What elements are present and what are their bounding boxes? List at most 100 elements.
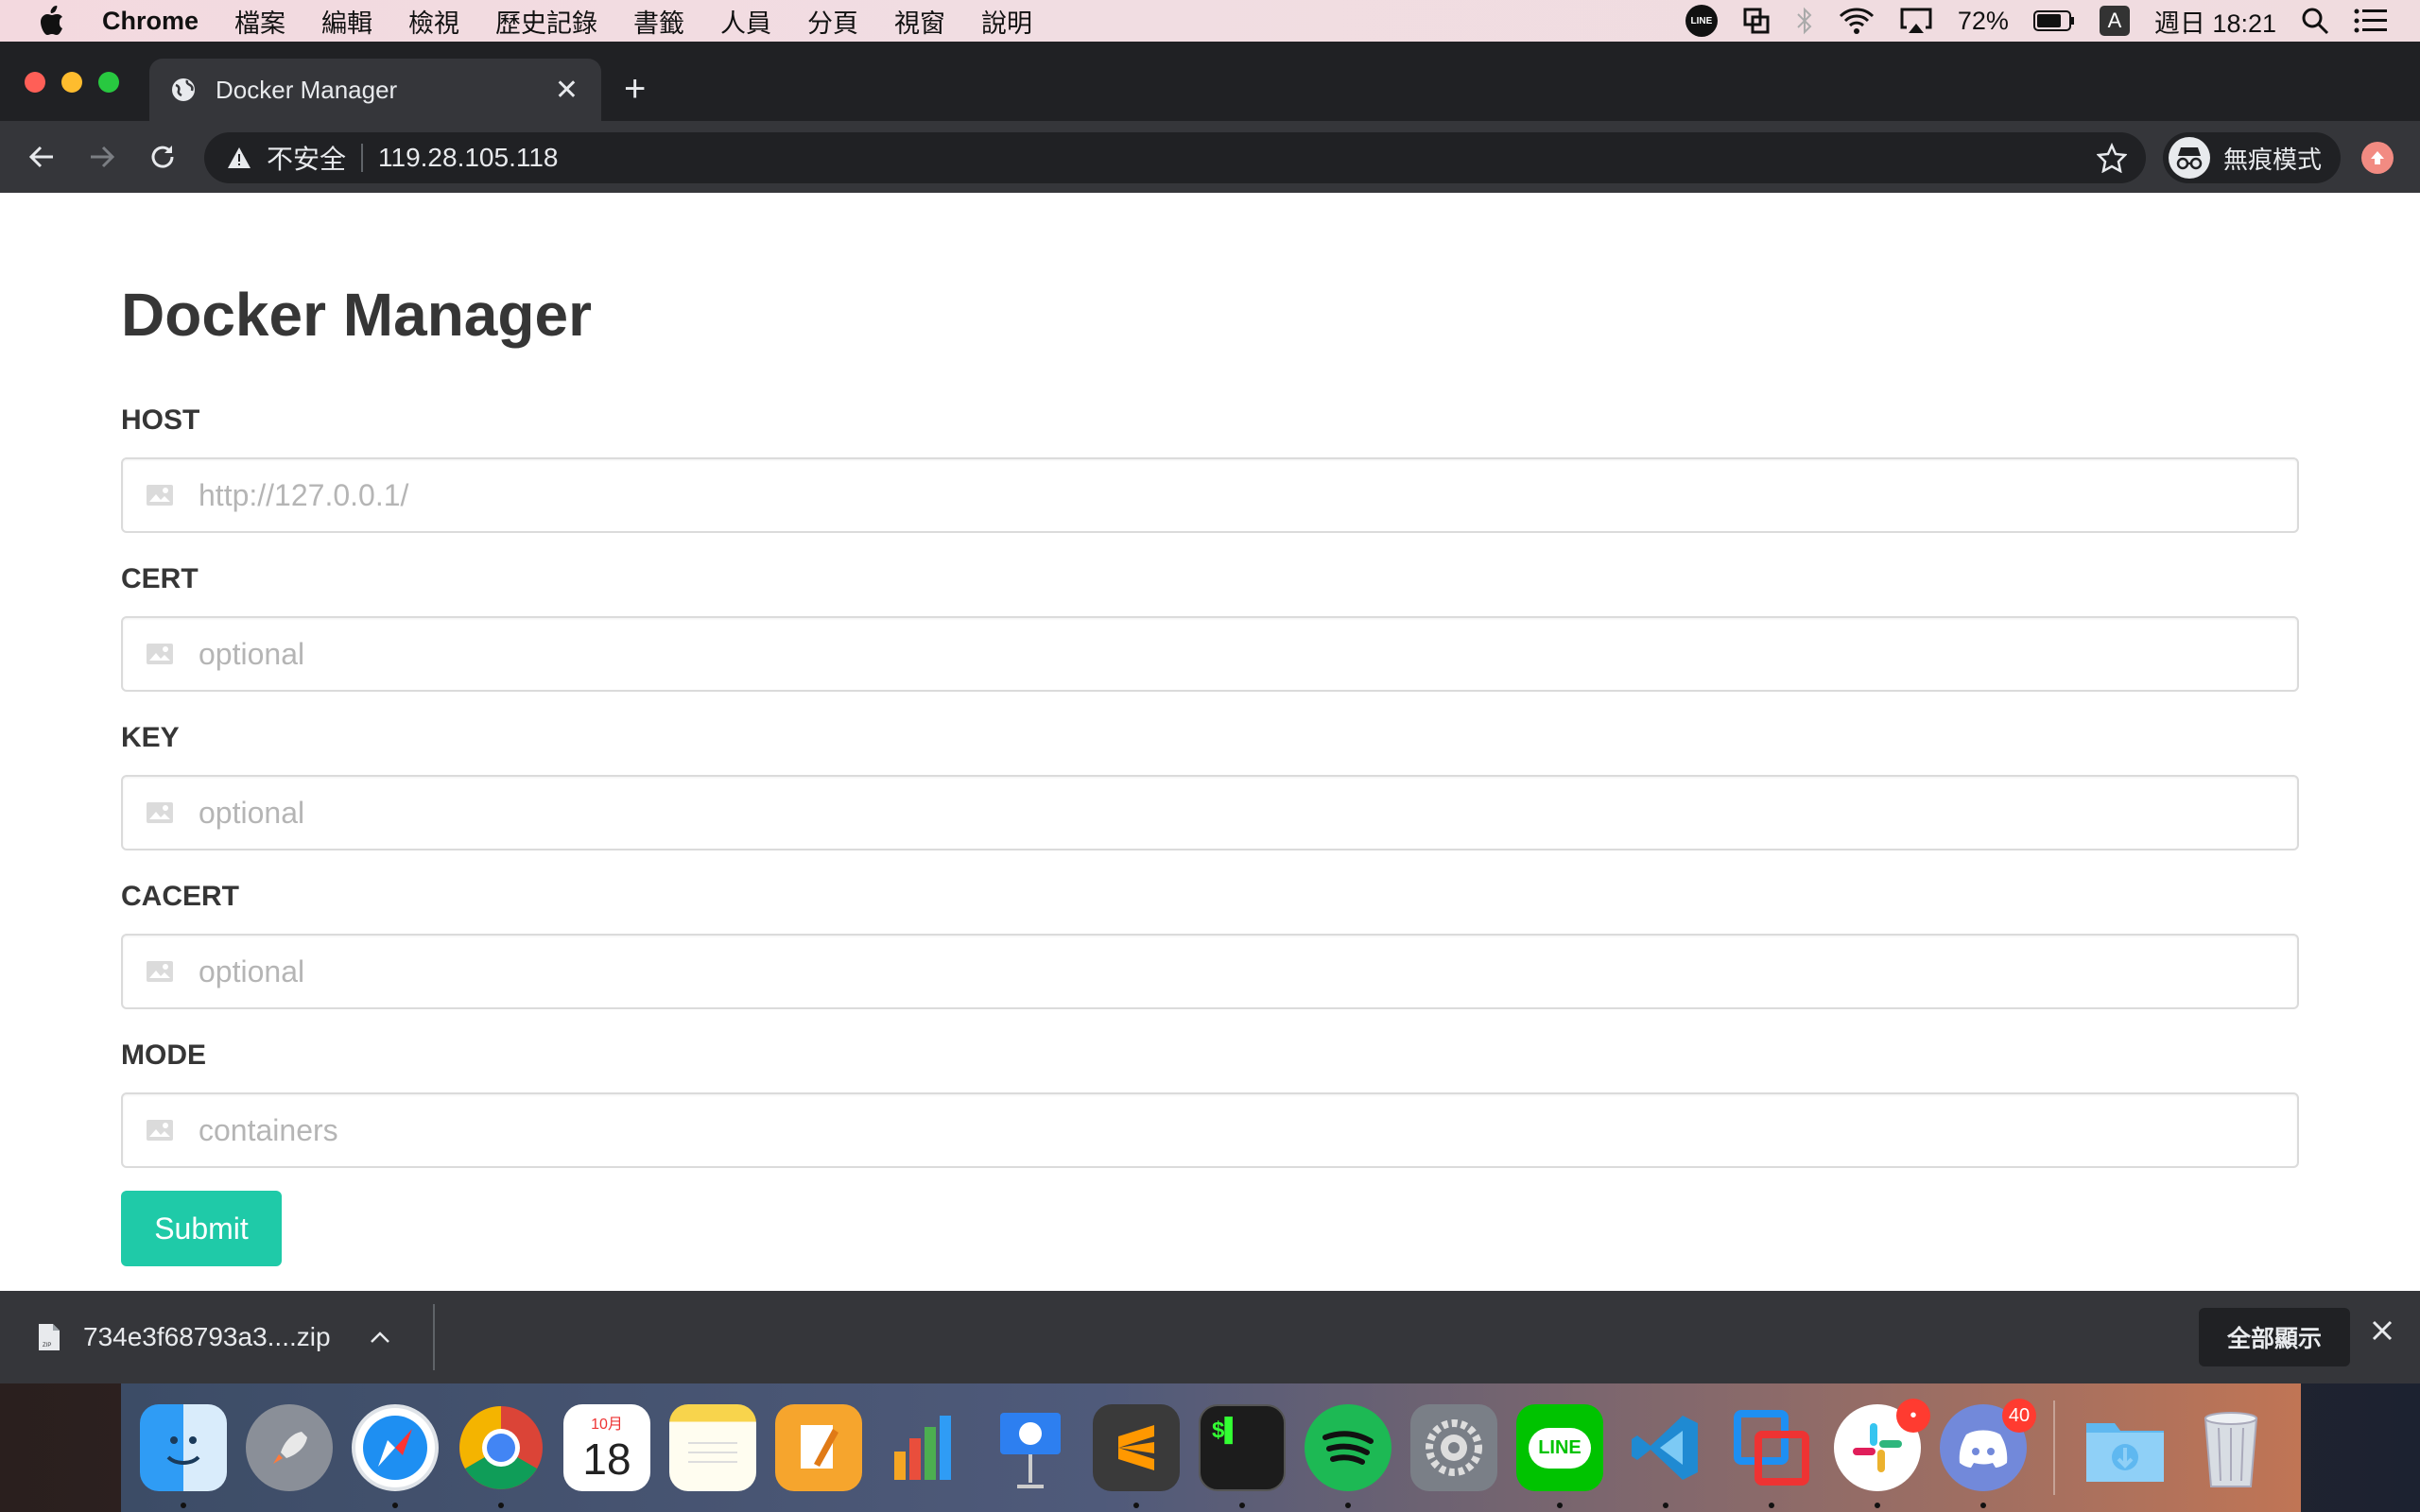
pages-icon [775, 1404, 862, 1491]
menu-tab[interactable]: 分頁 [807, 3, 858, 40]
running-indicator [392, 1503, 398, 1508]
dock-discord[interactable]: 40 [1936, 1399, 2036, 1508]
image-placeholder-icon [146, 801, 174, 824]
dock-numbers[interactable] [877, 1400, 972, 1495]
dock-trash[interactable] [2184, 1400, 2278, 1495]
dock-system-preferences[interactable] [1407, 1400, 1501, 1495]
url-text[interactable]: 119.28.105.118 [378, 143, 558, 173]
dock-line[interactable]: LINE [1512, 1400, 1607, 1508]
menu-history[interactable]: 歷史記錄 [495, 3, 597, 40]
cert-input[interactable] [197, 635, 2297, 673]
dock-pages[interactable] [771, 1400, 866, 1495]
download-divider [433, 1304, 435, 1370]
show-all-downloads-button[interactable]: 全部顯示 [2199, 1308, 2350, 1366]
airplay-icon[interactable] [1899, 7, 1933, 35]
notification-center-icon[interactable] [2354, 8, 2388, 34]
dock-downloads-folder[interactable] [2078, 1400, 2172, 1495]
spotify-icon [1305, 1404, 1392, 1491]
host-field[interactable] [121, 457, 2299, 533]
download-filename[interactable]: 734e3f68793a3....zip [83, 1322, 331, 1352]
screen-mirror-icon[interactable] [1742, 7, 1771, 35]
keynote-icon [987, 1404, 1074, 1491]
menu-file[interactable]: 檔案 [234, 3, 285, 40]
dock-sublime-text[interactable] [1089, 1400, 1184, 1508]
battery-percent[interactable]: 72% [1958, 7, 2009, 36]
back-arrow-icon[interactable] [26, 142, 57, 172]
key-field[interactable] [121, 775, 2299, 850]
dock-terminal[interactable]: $▌ [1195, 1400, 1289, 1508]
dock-vmware[interactable] [1724, 1400, 1819, 1508]
warning-triangle-icon[interactable] [227, 146, 251, 169]
calendar-icon: 10月 18 [563, 1404, 650, 1491]
bookmark-star-icon[interactable] [2097, 143, 2127, 173]
address-bar[interactable]: 不安全 119.28.105.118 [204, 132, 2146, 183]
dock-finder[interactable] [136, 1400, 231, 1508]
dock-separator [2053, 1400, 2055, 1495]
dock-spotify[interactable] [1301, 1400, 1395, 1508]
battery-icon[interactable] [2032, 9, 2075, 32]
cacert-field[interactable] [121, 934, 2299, 1009]
browser-tab-active[interactable]: Docker Manager ✕ [149, 59, 601, 121]
macos-menu-bar: Chrome 檔案 編輯 檢視 歷史記錄 書籤 人員 分頁 視窗 說明 LINE… [0, 0, 2420, 42]
menu-bar-clock[interactable]: 週日 18:21 [2154, 3, 2276, 40]
window-close-button[interactable] [25, 72, 45, 93]
mode-label: MODE [121, 1040, 206, 1071]
chevron-up-icon[interactable] [369, 1330, 391, 1345]
host-label: HOST [121, 404, 200, 436]
reload-icon[interactable] [147, 142, 178, 172]
window-minimize-button[interactable] [61, 72, 82, 93]
compass-icon [352, 1404, 439, 1491]
window-zoom-button[interactable] [98, 72, 119, 93]
dock-vscode[interactable] [1618, 1400, 1713, 1508]
dock-keynote[interactable] [983, 1400, 1078, 1495]
host-input[interactable] [197, 476, 2297, 514]
dock-slack[interactable]: • [1830, 1399, 1930, 1508]
running-indicator [1663, 1503, 1668, 1508]
image-placeholder-icon [146, 1119, 174, 1142]
zip-file-icon: ZIP [38, 1323, 60, 1351]
wifi-icon[interactable] [1839, 7, 1875, 35]
security-status-label[interactable]: 不安全 [267, 139, 346, 177]
new-tab-button[interactable]: + [624, 70, 646, 108]
slack-notification-badge: • [1896, 1399, 1930, 1433]
download-item[interactable]: ZIP 734e3f68793a3....zip [38, 1291, 391, 1383]
mode-input[interactable] [197, 1111, 2297, 1149]
menu-edit[interactable]: 編輯 [321, 3, 372, 40]
dock-safari[interactable] [348, 1400, 442, 1508]
input-method-icon[interactable]: A [2099, 6, 2130, 36]
image-placeholder-icon [146, 484, 174, 507]
vmware-fusion-icon [1728, 1404, 1815, 1491]
tab-close-icon[interactable]: ✕ [555, 74, 579, 107]
bluetooth-icon[interactable] [1795, 6, 1814, 36]
forward-arrow-icon[interactable] [87, 142, 117, 172]
menu-people[interactable]: 人員 [720, 3, 771, 40]
dock-chrome[interactable] [454, 1400, 548, 1508]
running-indicator [1980, 1503, 1986, 1508]
numbers-icon [881, 1404, 968, 1491]
menu-window[interactable]: 視窗 [894, 3, 945, 40]
cacert-input[interactable] [197, 953, 2297, 990]
key-input[interactable] [197, 794, 2297, 832]
tab-title: Docker Manager [216, 75, 398, 104]
menu-app-name[interactable]: Chrome [102, 7, 199, 36]
cert-field[interactable] [121, 616, 2299, 692]
submit-button[interactable]: Submit [121, 1191, 282, 1266]
dock-calendar[interactable]: 10月 18 [560, 1400, 654, 1495]
line-status-icon[interactable]: LINE [1685, 5, 1718, 37]
mode-field[interactable] [121, 1092, 2299, 1168]
incognito-profile-button[interactable]: 無痕模式 [2163, 132, 2342, 183]
rocket-icon [246, 1404, 333, 1491]
vscode-icon [1622, 1404, 1709, 1491]
menu-help[interactable]: 說明 [981, 3, 1032, 40]
apple-logo-icon[interactable] [38, 6, 72, 36]
line-logo-text: LINE [1529, 1427, 1591, 1469]
chrome-update-icon[interactable] [2361, 142, 2394, 174]
dock-notes[interactable] [666, 1400, 760, 1495]
running-indicator [1557, 1503, 1563, 1508]
dock-launchpad[interactable] [242, 1400, 337, 1495]
close-icon[interactable] [2371, 1319, 2394, 1342]
menu-bookmarks[interactable]: 書籤 [633, 3, 684, 40]
running-indicator [1345, 1503, 1351, 1508]
spotlight-search-icon[interactable] [2301, 7, 2329, 35]
menu-view[interactable]: 檢視 [408, 3, 459, 40]
